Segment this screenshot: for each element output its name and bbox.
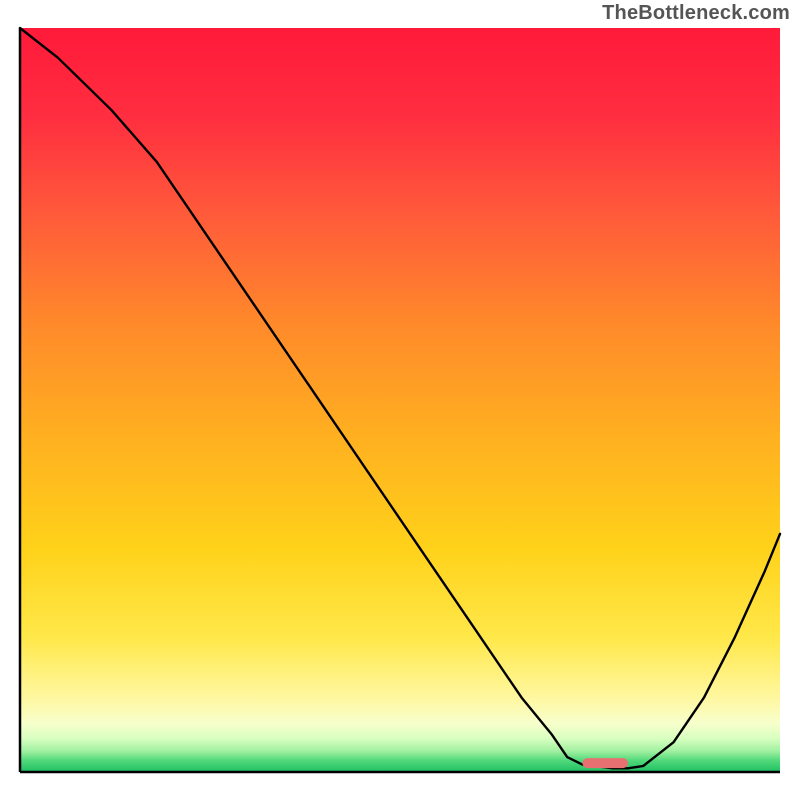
chart-container: TheBottleneck.com [0, 0, 800, 800]
optimal-range-marker [582, 758, 628, 768]
plot-background [20, 28, 780, 772]
bottleneck-chart [0, 0, 800, 800]
